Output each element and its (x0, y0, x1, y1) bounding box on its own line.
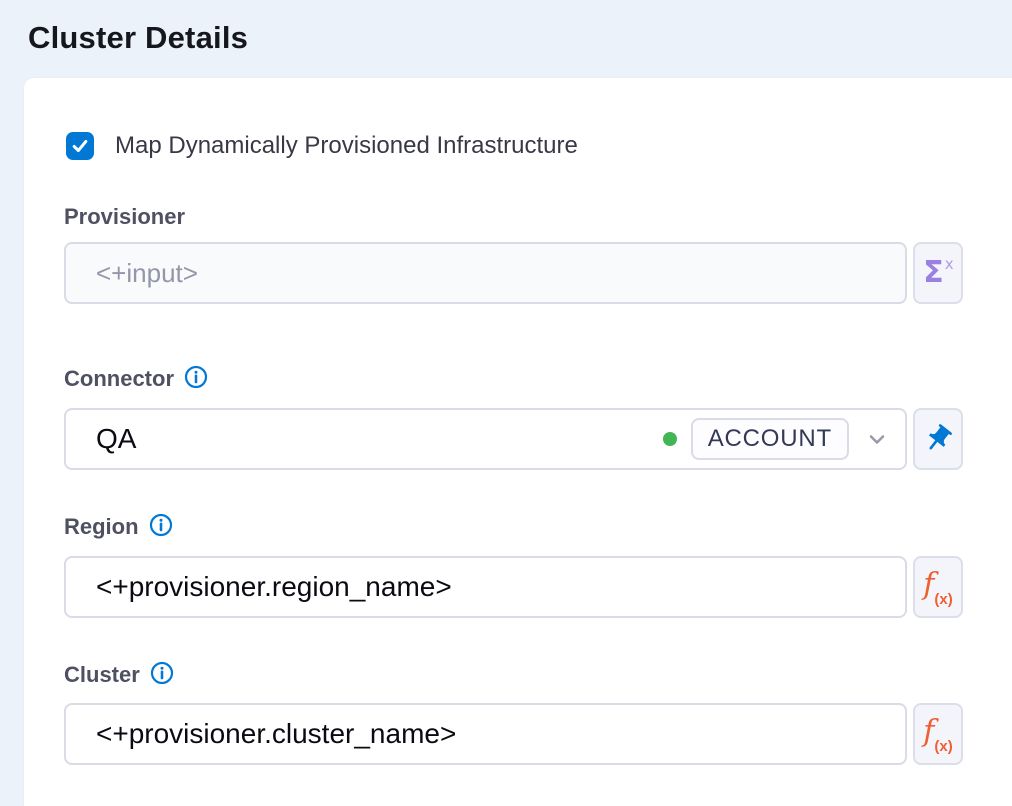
connector-pin-button[interactable] (913, 408, 963, 470)
cluster-label: Cluster (64, 662, 174, 688)
cluster-input[interactable] (64, 703, 907, 765)
connector-scope-badge: ACCOUNT (691, 418, 849, 460)
connector-value: QA (96, 423, 663, 455)
provisioner-input[interactable] (64, 242, 907, 304)
map-dynamic-infra-checkbox[interactable] (66, 132, 94, 160)
cluster-field-row: f(x) (64, 703, 963, 765)
region-label-text: Region (64, 514, 139, 540)
info-icon[interactable] (149, 513, 173, 537)
map-dynamic-infra-checkbox-row[interactable]: Map Dynamically Provisioned Infrastructu… (66, 132, 578, 160)
connector-input[interactable]: QA ACCOUNT (64, 408, 907, 470)
region-field-row: f(x) (64, 556, 963, 618)
region-input[interactable] (64, 556, 907, 618)
connector-field-row: QA ACCOUNT (64, 408, 963, 470)
fx-expression-icon: f(x) (923, 717, 952, 751)
chevron-down-icon[interactable] (865, 427, 889, 451)
provisioner-input-type-button[interactable]: Σx (913, 242, 963, 304)
provisioner-field-row: Σx (64, 242, 963, 304)
pin-icon (922, 423, 954, 455)
cluster-details-card: Map Dynamically Provisioned Infrastructu… (24, 78, 1012, 806)
info-icon[interactable] (150, 661, 174, 685)
connector-label: Connector (64, 366, 208, 392)
provisioner-label-text: Provisioner (64, 204, 185, 230)
connector-status-dot (663, 432, 677, 446)
region-expression-button[interactable]: f(x) (913, 556, 963, 618)
provisioner-label: Provisioner (64, 204, 185, 230)
cluster-expression-button[interactable]: f(x) (913, 703, 963, 765)
map-dynamic-infra-label: Map Dynamically Provisioned Infrastructu… (115, 132, 578, 160)
sigma-runtime-input-icon: Σx (923, 258, 952, 288)
checkmark-icon (70, 136, 90, 156)
connector-label-text: Connector (64, 366, 174, 392)
fx-expression-icon: f(x) (923, 570, 952, 604)
cluster-label-text: Cluster (64, 662, 140, 688)
region-label: Region (64, 514, 173, 540)
page-title: Cluster Details (28, 20, 248, 56)
info-icon[interactable] (184, 365, 208, 389)
